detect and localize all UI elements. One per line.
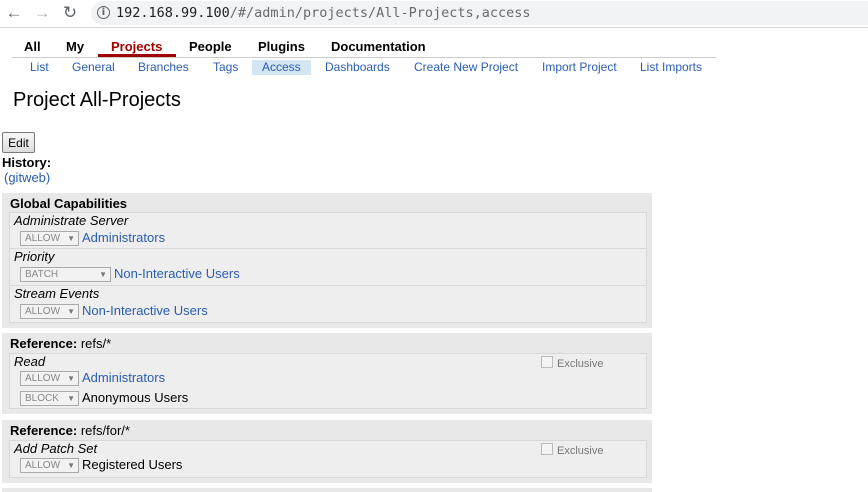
submenu-item-dashboards[interactable]: Dashboards (325, 60, 390, 75)
group-name: Anonymous Users (82, 390, 189, 405)
group-name: Registered Users (82, 457, 183, 472)
action-select[interactable]: BLOCK ▼ (20, 391, 79, 406)
chevron-down-icon: ▼ (67, 234, 75, 243)
browser-toolbar: ← → ↻ i 192.168.99.100/#/admin/projects/… (0, 0, 868, 28)
menu-item-all[interactable]: All (24, 39, 41, 54)
reference-label: Reference: (10, 423, 78, 438)
section-title: Global Capabilities (10, 196, 127, 211)
action-select[interactable]: ALLOW ▼ (20, 458, 79, 473)
url-path: /#/admin/projects/All-Projects,access (229, 5, 531, 21)
action-select[interactable]: ALLOW ▼ (20, 371, 79, 386)
action-select[interactable]: ALLOW ▼ (20, 304, 79, 319)
reference-section-refs: Reference: refs/* Read Exclusive ALLOW ▼ … (2, 333, 652, 414)
reference-section-refs-for: Reference: refs/for/* Add Patch Set Excl… (2, 420, 652, 483)
permission-stream-events: Stream Events ALLOW ▼ Non-Interactive Use… (9, 285, 647, 323)
group-link[interactable]: Administrators (82, 370, 165, 385)
exclusive-label: Exclusive (557, 445, 604, 457)
group-link[interactable]: Non-Interactive Users (82, 303, 208, 318)
action-value: ALLOW (25, 233, 61, 244)
group-link[interactable]: Non-Interactive Users (114, 266, 240, 281)
chevron-down-icon: ▼ (67, 461, 75, 470)
submenu-item-tags[interactable]: Tags (213, 60, 238, 75)
history-label: History: (2, 155, 52, 170)
reload-button[interactable]: ↻ (60, 3, 80, 23)
page-title: Project All-Projects (13, 89, 181, 111)
submenu-item-general[interactable]: General (72, 60, 115, 75)
action-value: BATCH (25, 269, 59, 280)
permission-add-patch-set: Add Patch Set Exclusive ALLOW ▼ Registere… (9, 440, 647, 478)
permission-name: Read (14, 354, 46, 369)
next-section-partial (2, 488, 652, 492)
action-value: BLOCK (25, 393, 59, 404)
permission-name: Stream Events (14, 286, 100, 301)
chevron-down-icon: ▼ (67, 374, 75, 383)
reference-label: Reference: (10, 336, 78, 351)
back-button[interactable]: ← (4, 3, 24, 23)
forward-button[interactable]: → (32, 3, 52, 23)
chevron-down-icon: ▼ (67, 394, 75, 403)
url-host: 192.168.99.100 (116, 5, 230, 21)
menu-item-plugins[interactable]: Plugins (258, 39, 305, 54)
gitweb-link[interactable]: (gitweb) (4, 170, 50, 185)
exclusive-checkbox[interactable] (541, 443, 553, 455)
group-link[interactable]: Administrators (82, 230, 165, 245)
action-select[interactable]: BATCH ▼ (20, 267, 111, 282)
menu-item-documentation[interactable]: Documentation (331, 39, 426, 54)
section-title: Reference: refs/for/* (10, 423, 130, 438)
permission-name: Priority (14, 249, 55, 264)
permission-name: Add Patch Set (14, 441, 98, 456)
submenu-item-access[interactable]: Access (252, 60, 311, 75)
menu-item-my[interactable]: My (66, 39, 84, 54)
edit-button[interactable]: Edit (2, 132, 35, 153)
menu-divider (12, 57, 716, 58)
address-bar[interactable]: i 192.168.99.100/#/admin/projects/All-Pr… (91, 1, 868, 25)
submenu-item-list[interactable]: List (30, 60, 49, 75)
reload-icon: ↻ (62, 3, 78, 22)
permission-priority: Priority BATCH ▼ Non-Interactive Users (9, 248, 647, 286)
exclusive-checkbox[interactable] (541, 356, 553, 368)
reference-value: refs/* (80, 336, 112, 351)
permission-administrate-server: Administrate Server ALLOW ▼ Administrator… (9, 212, 647, 249)
chevron-down-icon: ▼ (67, 307, 75, 316)
menu-item-people[interactable]: People (189, 39, 232, 54)
arrow-right-icon: → (33, 3, 51, 22)
submenu-item-import-project[interactable]: Import Project (542, 60, 617, 75)
exclusive-label: Exclusive (557, 358, 604, 370)
section-title: Reference: refs/* (10, 336, 111, 351)
permission-name: Administrate Server (14, 213, 129, 228)
info-icon[interactable]: i (97, 6, 110, 19)
submenu-item-branches[interactable]: Branches (138, 60, 189, 75)
chevron-down-icon: ▼ (99, 270, 107, 279)
reference-value: refs/for/* (80, 423, 130, 438)
action-select[interactable]: ALLOW ▼ (20, 231, 79, 246)
submenu-item-list-imports[interactable]: List Imports (640, 60, 702, 75)
permission-read: Read Exclusive ALLOW ▼ Administrators BLO… (9, 353, 647, 409)
action-value: ALLOW (25, 460, 61, 471)
arrow-left-icon: ← (5, 3, 23, 22)
action-value: ALLOW (25, 373, 61, 384)
action-value: ALLOW (25, 306, 61, 317)
global-capabilities-section: Global Capabilities Administrate Server … (2, 193, 652, 328)
url-text[interactable]: 192.168.99.100/#/admin/projects/All-Proj… (116, 5, 531, 21)
submenu-item-create-new-project[interactable]: Create New Project (414, 60, 518, 75)
menu-item-projects[interactable]: Projects (111, 39, 162, 54)
global-capabilities-title: Global Capabilities (10, 196, 128, 211)
